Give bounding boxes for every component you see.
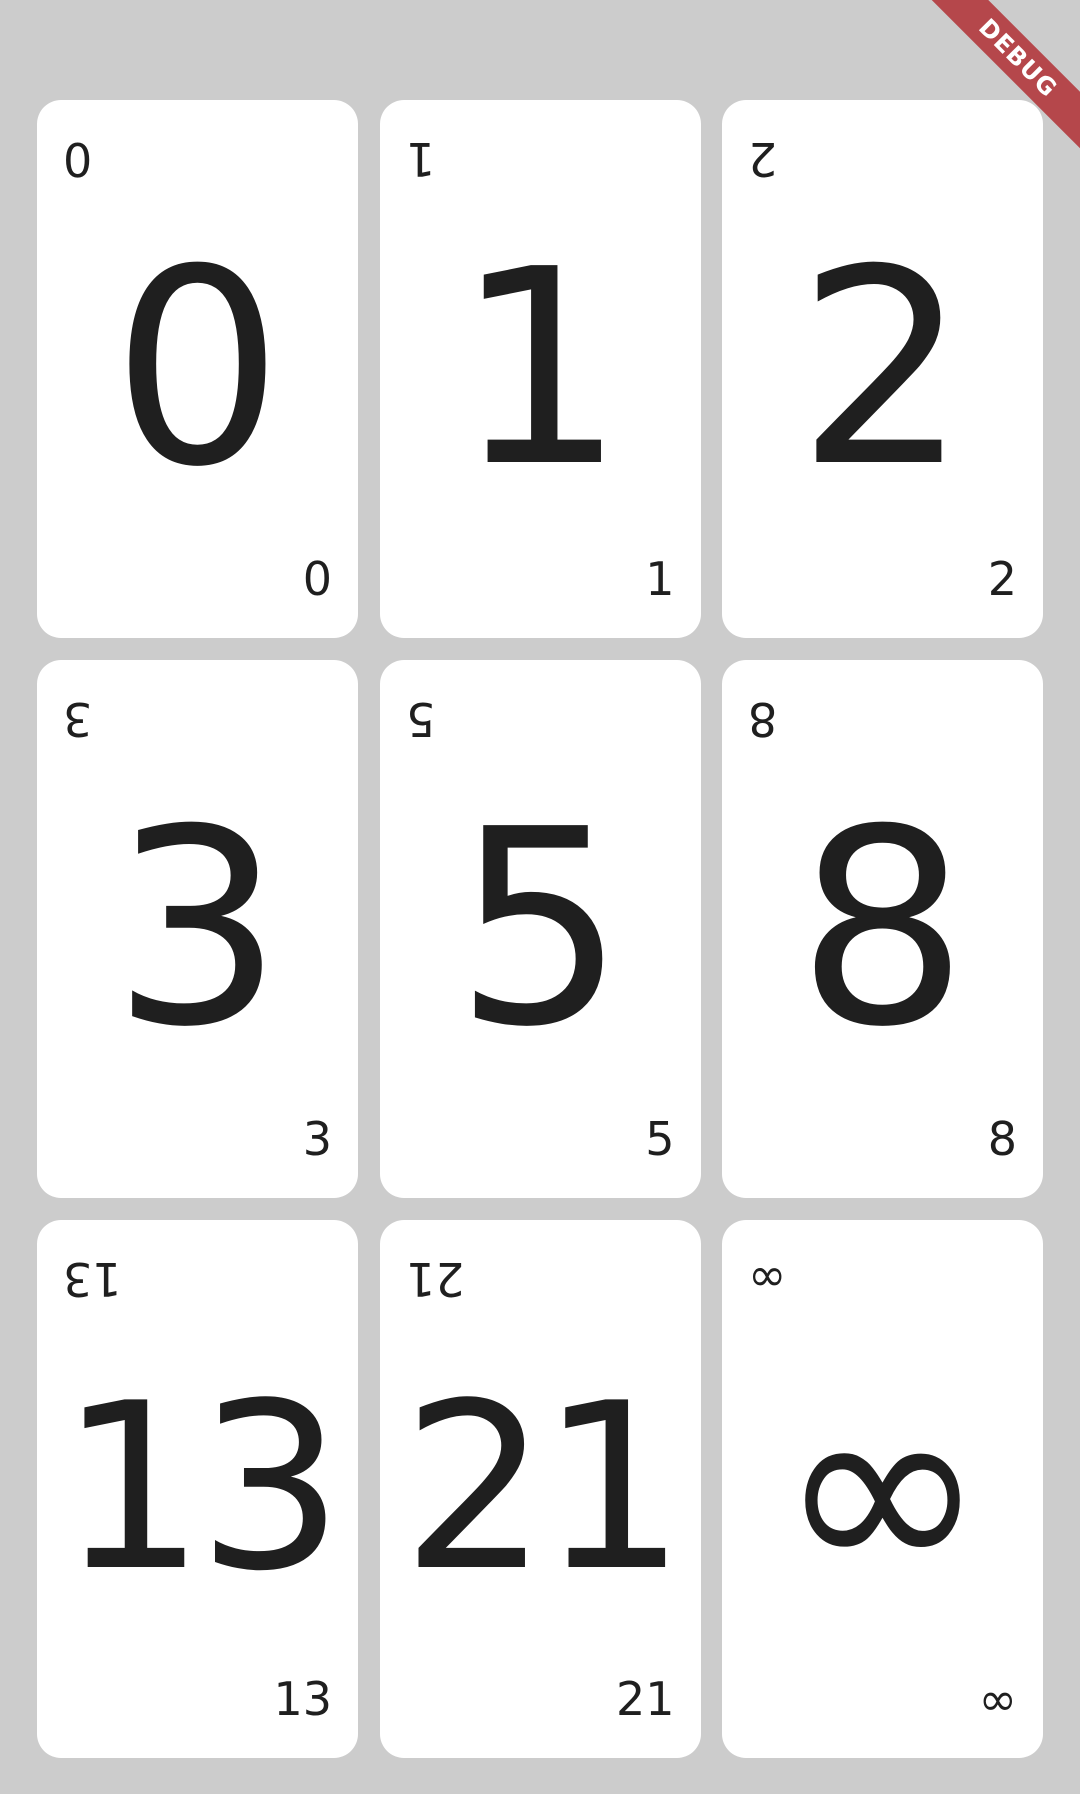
card-value: 2 xyxy=(796,211,969,526)
card-value: ∞ xyxy=(778,1343,987,1634)
card-corner-top-left: 1 xyxy=(405,132,435,186)
card-corner-top-left: 2 xyxy=(748,132,778,186)
card-value: 5 xyxy=(454,771,626,1086)
card-value: 1 xyxy=(454,211,626,526)
card-2[interactable]: 2 2 2 xyxy=(722,100,1043,638)
card-0[interactable]: 0 0 0 xyxy=(37,100,358,638)
card-13[interactable]: 13 13 13 xyxy=(37,1220,358,1758)
card-8[interactable]: 8 8 8 xyxy=(722,660,1043,1198)
card-corner-bottom-right: ∞ xyxy=(978,1672,1017,1726)
card-corner-top-left: 3 xyxy=(63,692,93,746)
card-corner-top-left: ∞ xyxy=(748,1252,787,1306)
card-corner-bottom-right: 13 xyxy=(273,1672,332,1726)
card-corner-bottom-right: 21 xyxy=(615,1672,675,1726)
card-value: 21 xyxy=(401,1355,687,1622)
card-corner-top-left: 5 xyxy=(405,692,435,746)
card-corner-top-left: 13 xyxy=(63,1252,122,1306)
card-value: 13 xyxy=(59,1355,344,1622)
card-value: 3 xyxy=(111,771,284,1086)
card-infinity[interactable]: ∞ ∞ ∞ xyxy=(722,1220,1043,1758)
card-corner-bottom-right: 2 xyxy=(987,552,1017,606)
card-value: 0 xyxy=(111,211,284,526)
card-corner-bottom-right: 1 xyxy=(645,552,675,606)
card-corner-bottom-right: 5 xyxy=(645,1112,675,1166)
card-21[interactable]: 21 21 21 xyxy=(379,1220,701,1758)
card-corner-bottom-right: 8 xyxy=(987,1112,1017,1166)
card-3[interactable]: 3 3 3 xyxy=(37,660,358,1198)
card-corner-bottom-right: 0 xyxy=(302,552,332,606)
card-corner-top-left: 8 xyxy=(748,692,778,746)
card-1[interactable]: 1 1 1 xyxy=(379,100,701,638)
card-value: 8 xyxy=(796,771,969,1086)
card-corner-top-left: 21 xyxy=(405,1252,465,1306)
card-corner-top-left: 0 xyxy=(63,132,93,186)
card-corner-bottom-right: 3 xyxy=(302,1112,332,1166)
card-5[interactable]: 5 5 5 xyxy=(379,660,701,1198)
card-grid: 0 0 0 1 1 1 2 2 2 3 3 3 5 5 5 8 8 8 13 1… xyxy=(37,100,1043,1758)
